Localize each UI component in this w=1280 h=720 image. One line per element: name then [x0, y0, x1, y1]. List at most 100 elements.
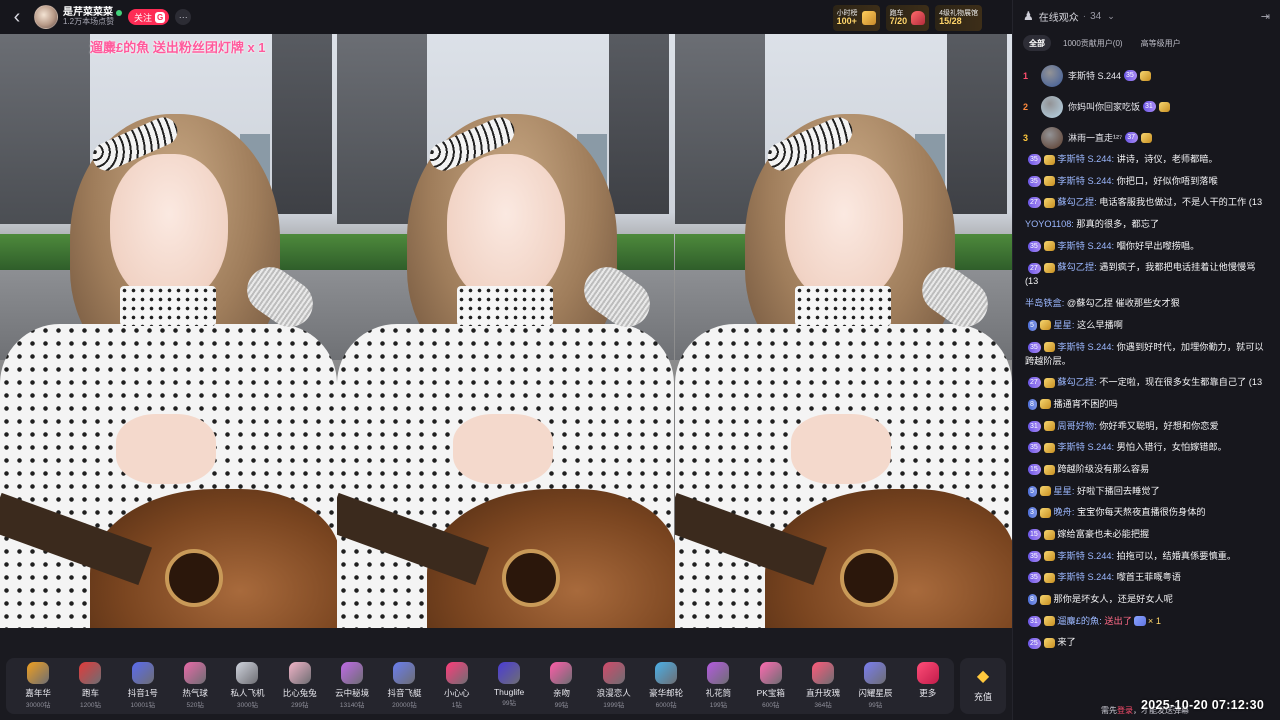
gift-price: 600钻 — [762, 702, 780, 709]
level-badge: 15 — [1028, 529, 1041, 541]
gift-list: 嘉年华 30000钻 跑车 1200钻 抖音1号 10001钻 热气球 520钻 私人飞机 300… — [6, 658, 954, 714]
chat-message[interactable]: 35 李斯特 S.244: 嗰你好早出嚟捞唱。 — [1025, 239, 1271, 253]
gift-name: 抖音1号 — [127, 688, 158, 698]
chat-username[interactable]: 李斯特 S.244: — [1057, 241, 1114, 251]
gift-price: 20000钻 — [392, 702, 417, 709]
gift-item[interactable]: 比心兔兔 299钻 — [274, 658, 326, 714]
chat-username[interactable]: 晚舟: — [1053, 507, 1074, 517]
chat-username[interactable]: 星星: — [1053, 320, 1074, 330]
chat-text: 拍拖可以，结婚真係要慎重。 — [1116, 550, 1237, 561]
gift-price: 6000钻 — [655, 702, 677, 709]
chat-username[interactable]: 李斯特 S.244: — [1057, 572, 1114, 582]
tab-contributors[interactable]: 1000贡献用户(0) — [1057, 35, 1129, 51]
gift-icon — [812, 662, 835, 684]
chat-message[interactable]: 35 李斯特 S.244: 男怕入错行，女怕嫁错郎。 — [1025, 440, 1271, 454]
chat-message[interactable]: 15 嫁给富豪也未必能把握 — [1025, 527, 1271, 541]
chat-username[interactable]: 李斯特 S.244: — [1057, 176, 1114, 186]
viewer-avatar — [1041, 95, 1063, 118]
live-video[interactable] — [0, 34, 1012, 628]
gift-item[interactable]: 嘉年华 30000钻 — [12, 658, 64, 714]
sportscar-icon — [911, 11, 926, 25]
gift-item[interactable]: 浪漫恋人 1999钻 — [588, 658, 640, 714]
chat-username[interactable]: 星星: — [1053, 486, 1074, 496]
gift-item[interactable]: 抖音飞艇 20000钻 — [378, 658, 430, 714]
level-badge: 35 — [1124, 70, 1137, 81]
rank-card-gift-hall[interactable]: 4级礼物展馆 15/28 — [935, 5, 982, 31]
chat-username[interactable]: 李斯特 S.244: — [1057, 442, 1114, 452]
chat-message[interactable]: YOYO1108: 那真的很多，都忘了 — [1025, 217, 1271, 231]
chat-username[interactable]: 遛麋£的魚: — [1057, 616, 1101, 626]
viewer-name: 淋雨一直走¹²⁷ — [1068, 133, 1123, 143]
gift-item[interactable]: 亲吻 99钻 — [535, 658, 587, 714]
gift-item[interactable]: 直升玫瑰 364钻 — [797, 658, 849, 714]
chat-message[interactable]: 31 周哥好物: 你好乖又聪明，好想和你恋爱 — [1025, 419, 1271, 433]
chat-message[interactable]: 5 星星: 好啦下播回去睡觉了 — [1025, 484, 1271, 498]
chat-message[interactable]: 35 李斯特 S.244: 拍拖可以，结婚真係要慎重。 — [1025, 549, 1271, 563]
gift-item[interactable]: 豪华邮轮 6000钻 — [640, 658, 692, 714]
gift-name: 嘉年华 — [25, 688, 51, 698]
chat-message[interactable]: 35 李斯特 S.244: 嚟首王菲嘅粤语 — [1025, 570, 1271, 584]
login-link[interactable]: 登录 — [1117, 705, 1133, 716]
chat-message[interactable]: 25 来了 — [1025, 635, 1271, 649]
back-button[interactable]: ‹ — [0, 0, 34, 34]
more-options-button[interactable]: ··· — [175, 9, 192, 25]
follow-button[interactable]: 关注 G — [128, 9, 170, 25]
tab-high-level[interactable]: 高等级用户 — [1135, 35, 1187, 51]
chat-username[interactable]: 蘇勾乙捏: — [1057, 262, 1096, 272]
chat-message[interactable]: 27 蘇勾乙捏: 电话客服我也做过，不是人干的工作 (13 — [1025, 195, 1271, 209]
chat-message[interactable]: 31 遛麋£的魚: 送出了 × 1 — [1025, 614, 1271, 628]
chat-username[interactable]: 周哥好物: — [1057, 421, 1096, 431]
chat-username[interactable]: 蘇勾乙捏: — [1057, 377, 1096, 387]
gift-item[interactable]: Thuglife 99钻 — [483, 658, 535, 714]
chat-message[interactable]: 35 李斯特 S.244: 讲诗，诗仪，老师都暗。 — [1025, 152, 1271, 166]
tab-all[interactable]: 全部 — [1023, 35, 1051, 51]
chat-username[interactable]: 李斯特 S.244: — [1057, 342, 1114, 352]
recharge-button[interactable]: ◆ 充值 — [960, 658, 1006, 714]
top-viewer-row[interactable]: 3 淋雨一直走¹²⁷ 37 — [1023, 122, 1270, 153]
chat-message[interactable]: 27 蘇勾乙捏: 遇到疯子，我都把电话挂着让他慢慢骂 (13 — [1025, 260, 1271, 288]
streamer-info[interactable]: 是芹菜菜菜 1.2万本场点赞 — [63, 7, 122, 27]
rank-card-hourly[interactable]: 小时榜 100+ — [832, 5, 880, 31]
fan-badge-icon — [1043, 464, 1055, 475]
collapse-sidebar-icon[interactable]: ⇥ — [1261, 10, 1270, 23]
rank-number: 1 — [1023, 70, 1029, 81]
gift-item[interactable]: 热气球 520钻 — [169, 658, 221, 714]
level-badge: 35 — [1028, 550, 1041, 562]
chat-list[interactable]: 35 李斯特 S.244: 讲诗，诗仪，老师都暗。 35 李斯特 S.244: 你… — [1013, 152, 1280, 700]
chat-username[interactable]: 李斯特 S.244: — [1057, 551, 1114, 561]
gift-item[interactable]: 抖音1号 10001钻 — [117, 658, 169, 714]
level-badge: 25 — [1028, 637, 1041, 649]
gift-item[interactable]: PK宝箱 600钻 — [745, 658, 797, 714]
chevron-down-icon[interactable]: ⌄ — [1107, 11, 1115, 22]
chat-username[interactable]: 半岛铁盒: — [1025, 298, 1064, 308]
chat-username[interactable]: YOYO1108: — [1025, 219, 1074, 229]
chat-message[interactable]: 35 李斯特 S.244: 你把口，好似你唔到落喉 — [1025, 174, 1271, 188]
chat-message[interactable]: 8 播通宵不困的吗 — [1025, 397, 1271, 411]
chat-message[interactable]: 35 李斯特 S.244: 你遇到好时代，加埋你勤力，就可以跨越阶层。 — [1025, 340, 1271, 368]
top-viewer-row[interactable]: 2 你妈叫你回家吃饭 31 — [1023, 91, 1270, 122]
gift-item[interactable]: 小心心 1钻 — [431, 658, 483, 714]
chat-message[interactable]: 15 跨越阶级没有那么容易 — [1025, 462, 1271, 476]
gift-item[interactable]: 私人飞机 3000钻 — [221, 658, 273, 714]
chat-message[interactable]: 8 那你是坏女人，还是好女人呢 — [1025, 592, 1271, 606]
chat-message[interactable]: 5 星星: 这么早播啊 — [1025, 318, 1271, 332]
gift-item[interactable]: 礼花筒 199钻 — [692, 658, 744, 714]
chat-message[interactable]: 27 蘇勾乙捏: 不一定啦，现在很多女生都靠自己了 (13 — [1025, 375, 1271, 389]
gift-item[interactable]: 闪耀星辰 99钻 — [849, 658, 901, 714]
chat-message[interactable]: 半岛铁盒: @蘇勾乙捏 催收那些女才狠 — [1025, 296, 1271, 310]
rank-card-sportscar[interactable]: 跑车 7/20 — [885, 5, 930, 31]
gift-name: 抖音飞艇 — [387, 688, 422, 698]
chat-username[interactable]: 李斯特 S.244: — [1057, 154, 1114, 164]
footer-text-left: 需先 — [1101, 705, 1117, 715]
more-gifts-button[interactable]: 更多 — [902, 658, 954, 714]
gift-item[interactable]: 云中秘境 13140钻 — [326, 658, 378, 714]
chat-username[interactable]: 蘇勾乙捏: — [1057, 197, 1096, 207]
fan-badge-icon — [1043, 154, 1055, 165]
streamer-avatar[interactable] — [34, 5, 58, 29]
top-viewer-row[interactable]: 1 李斯特 S.244 35 — [1023, 60, 1270, 91]
chat-message[interactable]: 3 晚舟: 宝宝你每天熬夜直播很伤身体的 — [1025, 505, 1271, 519]
gift-item[interactable]: 跑车 1200钻 — [64, 658, 116, 714]
gift-name: 直升玫瑰 — [806, 688, 841, 698]
fan-badge-icon — [1043, 421, 1055, 432]
gift-price: 1999钻 — [603, 702, 625, 709]
